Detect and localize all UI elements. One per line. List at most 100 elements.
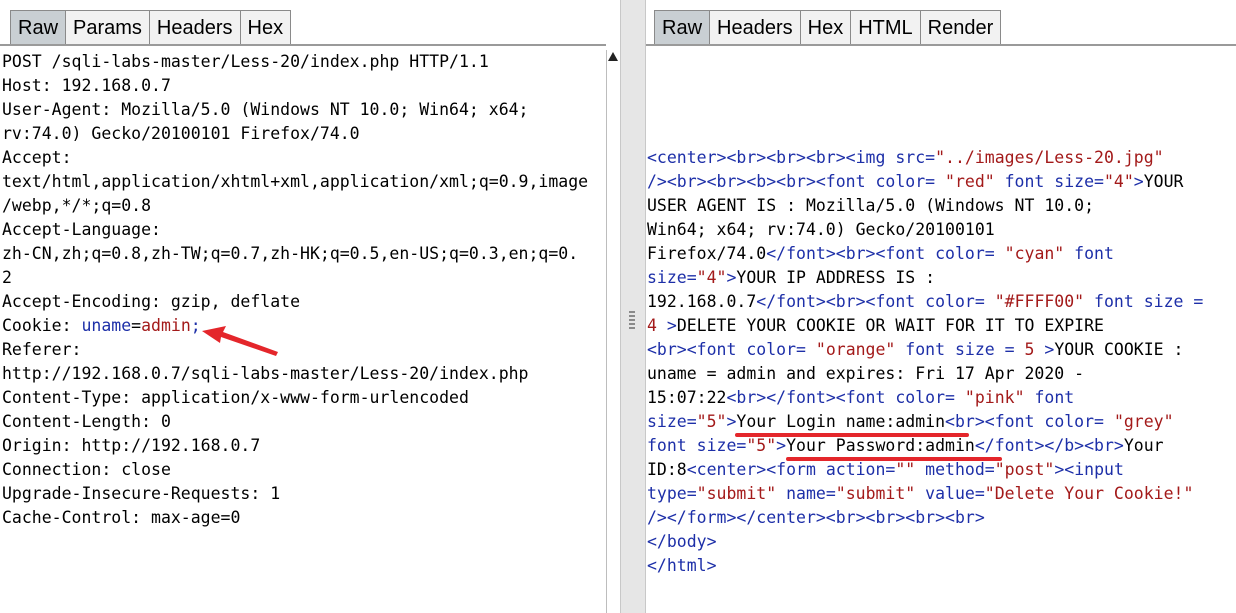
html-tag-token: /></form></center><br><br><br><br> <box>647 508 985 527</box>
request-line: User-Agent: Mozilla/5.0 (Windows NT 10.0… <box>2 100 529 119</box>
attribute-value-token: 4 <box>647 316 657 335</box>
request-line: /webp,*/*;q=0.8 <box>2 196 152 215</box>
page-text-token: Win64; x64; rv:74.0) Gecko/20100101 <box>647 220 995 239</box>
request-scrollbar[interactable] <box>606 50 621 613</box>
response-line: /><br><br><b><br><font color= "red" font… <box>647 170 1203 194</box>
response-raw-text[interactable]: <center><br><br><br><img src="../images/… <box>647 146 1203 578</box>
response-line: 192.168.0.7</font><br><font color= "#FFF… <box>647 290 1203 314</box>
html-tag-token: > <box>726 268 737 287</box>
attribute-value-token: "#FFFF00" <box>994 292 1085 311</box>
cookie-value: admin <box>141 316 191 335</box>
tabbar-divider <box>0 44 606 46</box>
tab-hex[interactable]: Hex <box>239 10 292 45</box>
response-line: </body> <box>647 530 1203 554</box>
request-line: Cache-Control: max-age=0 <box>2 508 241 527</box>
tab-hex[interactable]: Hex <box>799 10 852 45</box>
html-tag-token: <br><font color= <box>647 340 816 359</box>
html-tag-token: name= <box>776 484 836 503</box>
request-line: Accept: <box>2 148 72 167</box>
html-tag-token: font size = <box>895 340 1025 359</box>
response-line: type="submit" name="submit" value="Delet… <box>647 482 1203 506</box>
request-line: text/html,application/xhtml+xml,applicat… <box>2 172 589 191</box>
html-tag-token: > <box>656 316 677 335</box>
request-line: Host: 192.168.0.7 <box>2 76 171 95</box>
html-tag-token: type= <box>647 484 697 503</box>
request-line: rv:74.0) Gecko/20100101 Firefox/74.0 <box>2 124 360 143</box>
tab-headers[interactable]: Headers <box>148 10 241 45</box>
page-text-token: YOUR IP ADDRESS IS : <box>736 268 936 287</box>
request-line: Content-Length: 0 <box>2 412 171 431</box>
response-line: </html> <box>647 554 1203 578</box>
request-tabs: Raw Params Headers Hex <box>10 10 292 45</box>
tab-params[interactable]: Params <box>65 10 150 45</box>
attribute-value-token: "" <box>895 460 916 479</box>
html-tag-token: </font><br><font color= <box>766 244 1005 263</box>
splitter-grip-icon[interactable] <box>629 311 635 329</box>
html-tag-token: value= <box>915 484 985 503</box>
attribute-value-token: "grey" <box>1113 412 1174 431</box>
html-tag-token: </html> <box>647 556 717 575</box>
response-tabbar: Raw Headers Hex HTML Render <box>646 0 1236 46</box>
html-tag-token: size= <box>647 412 697 431</box>
attribute-value-token: "submit" <box>696 484 777 503</box>
html-tag-token: </font></b><br> <box>974 436 1124 455</box>
request-line: http://192.168.0.7/sqli-labs-master/Less… <box>2 364 529 383</box>
page-text-token: USER AGENT IS : Mozilla/5.0 (Windows NT … <box>647 196 1095 215</box>
request-line: Content-Type: application/x-www-form-url… <box>2 388 469 407</box>
request-line: POST /sqli-labs-master/Less-20/index.php… <box>2 52 489 71</box>
tab-raw[interactable]: Raw <box>654 10 711 45</box>
response-line: USER AGENT IS : Mozilla/5.0 (Windows NT … <box>647 194 1203 218</box>
page-text-token: YOUR COOKIE : <box>1054 340 1184 359</box>
response-line: /></form></center><br><br><br><br> <box>647 506 1203 530</box>
page-text-token: ID:8 <box>647 460 687 479</box>
pane-splitter[interactable] <box>620 0 646 613</box>
cookie-name: uname <box>81 316 132 335</box>
response-line: <center><br><br><br><img src="../images/… <box>647 146 1203 170</box>
request-line: Cookie: uname=admin; <box>2 314 588 338</box>
request-editor[interactable]: POST /sqli-labs-master/Less-20/index.php… <box>0 50 606 613</box>
page-text-token: Your Password:admin <box>786 436 975 455</box>
attribute-value-token: "orange" <box>815 340 896 359</box>
html-tag-token: font <box>1064 244 1114 263</box>
page-text-token: 15:07:22 <box>647 388 727 407</box>
page-text-token: YOUR <box>1143 172 1184 191</box>
attribute-value-token: "Delete Your Cookie!" <box>984 484 1194 503</box>
response-line: 15:07:22<br></font><font color= "pink" f… <box>647 386 1203 410</box>
tab-render[interactable]: Render <box>919 10 1002 45</box>
attribute-value-token: "../images/Less-20.jpg" <box>935 148 1164 167</box>
html-tag-token: </font><br><font color= <box>756 292 995 311</box>
tab-html[interactable]: HTML <box>850 10 921 45</box>
response-line: size="5">Your Login name:admin<br><font … <box>647 410 1203 434</box>
request-raw-text[interactable]: POST /sqli-labs-master/Less-20/index.php… <box>2 50 588 530</box>
html-tag-token: > <box>1133 172 1144 191</box>
html-tag-token: <br></font><font color= <box>726 388 965 407</box>
password-underline <box>786 457 1002 461</box>
attribute-value-token: "cyan" <box>1004 244 1065 263</box>
response-line: ID:8<center><form action="" method="post… <box>647 458 1203 482</box>
response-line: size="4">YOUR IP ADDRESS IS : <box>647 266 1203 290</box>
attribute-value-token: "red" <box>945 172 995 191</box>
tab-raw[interactable]: Raw <box>10 10 67 45</box>
attribute-value-token: "submit" <box>835 484 916 503</box>
page-text-token: Firefox/74.0 <box>647 244 767 263</box>
html-tag-token: <br><font color= <box>945 412 1114 431</box>
html-tag-token: </body> <box>647 532 717 551</box>
attribute-value-token: "5" <box>696 412 727 431</box>
response-line: 4 >DELETE YOUR COOKIE OR WAIT FOR IT TO … <box>647 314 1203 338</box>
response-editor[interactable]: <center><br><br><br><img src="../images/… <box>646 50 1236 613</box>
html-tag-token: ><input <box>1054 460 1124 479</box>
attribute-value-token: 5 <box>1024 340 1035 359</box>
cookie-prefix: Cookie: <box>2 316 82 335</box>
html-tag-token: font <box>1024 388 1075 407</box>
page-text-token: Your <box>1123 436 1164 455</box>
html-tag-token: <center><br><br><br><img src= <box>647 148 936 167</box>
attribute-value-token: "4" <box>1103 172 1134 191</box>
scrollbar-track[interactable] <box>607 64 621 613</box>
cookie-eq: = <box>131 316 142 335</box>
html-tag-token: <center><form action= <box>686 460 896 479</box>
html-tag-token: font size= <box>994 172 1104 191</box>
attribute-value-token: "post" <box>994 460 1055 479</box>
page-text-token: uname = admin and expires: Fri 17 Apr 20… <box>647 364 1085 383</box>
tab-headers[interactable]: Headers <box>709 10 801 45</box>
scroll-up-arrow-icon[interactable] <box>608 52 618 61</box>
